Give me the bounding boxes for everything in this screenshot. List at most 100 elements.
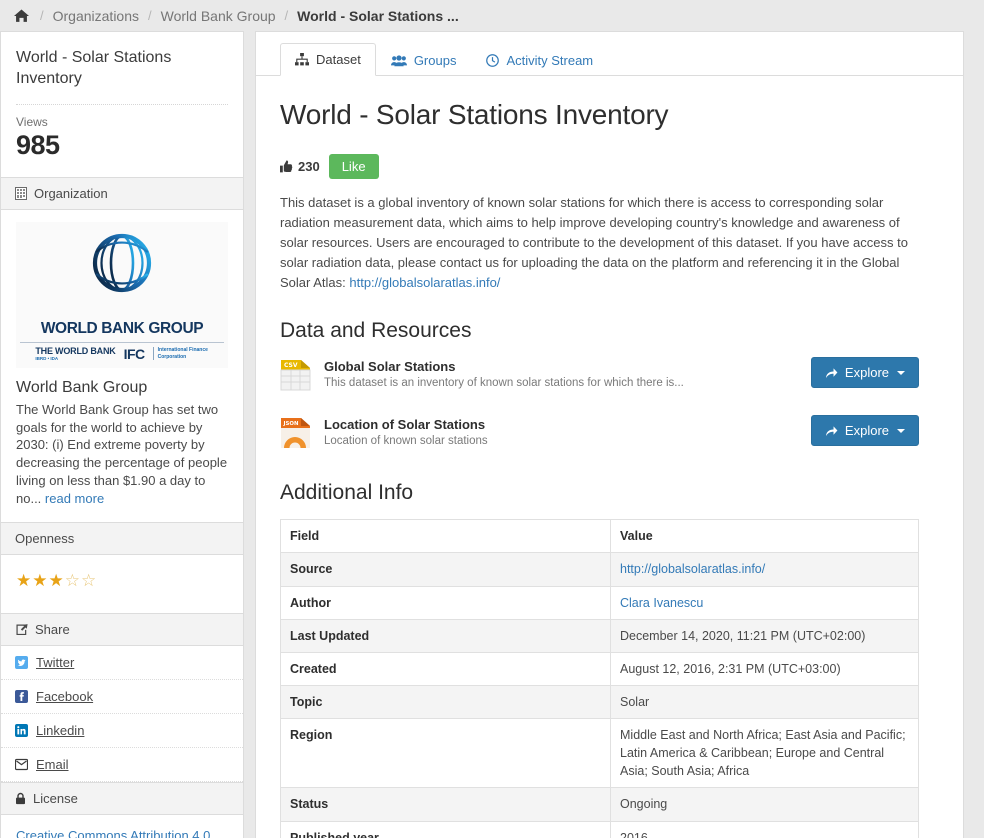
row-value: http://globalsolaratlas.info/ [610, 552, 919, 587]
share-link-twitter[interactable]: Twitter [1, 646, 243, 681]
table-row: Topic Solar [280, 684, 919, 720]
table-row: Source http://globalsolaratlas.info/ [280, 552, 919, 587]
tab-label-dataset: Dataset [316, 52, 361, 67]
share-link-linkedin[interactable]: Linkedin [1, 714, 243, 749]
license-section-label: License [33, 791, 78, 807]
breadcrumb-separator: / [284, 8, 289, 23]
main-content: Dataset Groups Activity Stream World - S… [255, 31, 964, 838]
org-logo-ifc-label: IFC [123, 345, 146, 362]
clock-icon [486, 54, 500, 67]
table-header-row: Field Value [280, 519, 919, 554]
row-value: August 12, 2016, 2:31 PM (UTC+03:00) [610, 651, 919, 686]
row-field: Published year [280, 820, 611, 838]
share-label-email: Email [36, 757, 69, 773]
breadcrumb-separator: / [40, 8, 44, 23]
data-and-resources-heading: Data and Resources [280, 319, 472, 343]
svg-text:CSV: CSV [284, 362, 298, 369]
row-field: Status [280, 787, 611, 822]
row-field: Created [280, 651, 611, 686]
home-icon[interactable] [14, 8, 29, 23]
organization-logo: WORLD BANK GROUP THE WORLD BANK IBRD • I… [16, 221, 228, 368]
views-block: Views 985 [1, 105, 243, 177]
row-field: Topic [280, 684, 611, 720]
resource-description: This dataset is an inventory of known so… [324, 377, 684, 390]
lock-icon [15, 792, 26, 805]
divider [20, 341, 224, 343]
breadcrumb-item-organizations[interactable]: Organizations [53, 8, 139, 24]
caret-down-icon [897, 428, 905, 433]
tab-dataset[interactable]: Dataset [280, 43, 376, 76]
resource-text: Location of Solar Stations Location of k… [324, 415, 811, 447]
breadcrumb: / Organizations / World Bank Group / Wor… [0, 0, 984, 31]
org-logo-worldbank-label: THE WORLD BANK [35, 346, 116, 357]
share-arrow-icon [825, 425, 838, 437]
organization-section-label: Organization [34, 185, 108, 201]
openness-rating: ★★★☆☆ [16, 567, 228, 613]
explore-button[interactable]: Explore [810, 415, 919, 447]
breadcrumb-separator: / [148, 8, 152, 23]
building-icon [15, 186, 27, 200]
views-count: 985 [16, 129, 60, 160]
tab-label-activity-stream: Activity Stream [506, 53, 594, 68]
table-row: Region Middle East and North Africa; Eas… [280, 718, 919, 789]
table-row: Author Clara Ivanescu [280, 585, 919, 620]
org-logo-ibrd-label: IBRD • IDA [35, 356, 59, 362]
resource-text: Global Solar Stations This dataset is an… [324, 357, 811, 389]
share-link-email[interactable]: Email [1, 748, 243, 783]
tab-groups[interactable]: Groups [376, 44, 472, 76]
resource-title[interactable]: Location of Solar Stations [324, 417, 811, 432]
share-label-facebook: Facebook [36, 689, 94, 705]
page-body: World - Solar Stations Inventory Views 9… [0, 31, 984, 838]
star-empty: ☆ [81, 571, 98, 591]
resource-item: JSON Location of Solar Stations Location… [280, 415, 919, 459]
additional-info-table: Field Value Source http://globalsolaratl… [280, 519, 919, 838]
org-logo-wordmark: WORLD BANK GROUP [40, 319, 204, 337]
row-value: Clara Ivanescu [610, 585, 919, 620]
share-label-linkedin: Linkedin [36, 723, 85, 739]
sitemap-icon [295, 53, 309, 66]
page-title: World - Solar Stations Inventory [280, 99, 669, 130]
like-button[interactable]: Like [328, 153, 379, 179]
resource-title[interactable]: Global Solar Stations [324, 359, 811, 374]
twitter-icon [15, 656, 28, 670]
caret-down-icon [897, 370, 905, 375]
table-row: Status Ongoing [280, 787, 919, 822]
linkedin-icon [15, 724, 28, 738]
row-value: Middle East and North Africa; East Asia … [610, 718, 919, 789]
svg-text:JSON: JSON [283, 421, 299, 427]
star-empty: ☆ [64, 571, 81, 591]
row-value: Ongoing [610, 787, 919, 822]
dataset-description-link[interactable]: http://globalsolaratlas.info/ [349, 275, 500, 290]
license-link[interactable]: Creative Commons Attribution 4.0 [16, 828, 228, 838]
sidebar-dataset-title: World - Solar Stations Inventory [16, 49, 172, 87]
resource-item: CSV Global Solar Stations This dataset i… [280, 357, 919, 401]
share-link-facebook[interactable]: Facebook [1, 680, 243, 715]
views-label: Views [16, 114, 48, 129]
world-bank-globe-logo [92, 233, 152, 292]
author-link[interactable]: Clara Ivanescu [620, 596, 703, 610]
breadcrumb-item-world-bank-group[interactable]: World Bank Group [161, 8, 276, 24]
thumbs-up-icon [280, 159, 293, 173]
resource-description: Location of known solar stations [324, 435, 488, 448]
row-value: 2016 [610, 820, 919, 838]
tab-activity-stream[interactable]: Activity Stream [471, 44, 608, 76]
source-link[interactable]: http://globalsolaratlas.info/ [620, 562, 765, 576]
table-row: Last Updated December 14, 2020, 11:21 PM… [280, 618, 919, 653]
dataset-panel: World - Solar Stations Inventory 230 Lik… [256, 76, 963, 838]
organization-description: The World Bank Group has set two goals f… [16, 401, 228, 509]
facebook-icon [15, 690, 28, 704]
explore-label: Explore [844, 423, 889, 439]
license-section-header: License [1, 782, 243, 816]
email-icon [15, 758, 28, 771]
share-arrow-icon [825, 367, 838, 379]
read-more-link[interactable]: read more [45, 491, 104, 506]
star-filled: ★ [16, 571, 33, 591]
openness-section-header: Openness [1, 522, 243, 556]
column-header-field: Field [280, 519, 611, 554]
row-field: Source [280, 552, 611, 587]
sidebar: World - Solar Stations Inventory Views 9… [0, 31, 244, 838]
share-icon [15, 623, 28, 636]
row-field: Region [280, 718, 611, 789]
explore-button[interactable]: Explore [810, 357, 919, 389]
tab-bar: Dataset Groups Activity Stream [256, 32, 963, 76]
